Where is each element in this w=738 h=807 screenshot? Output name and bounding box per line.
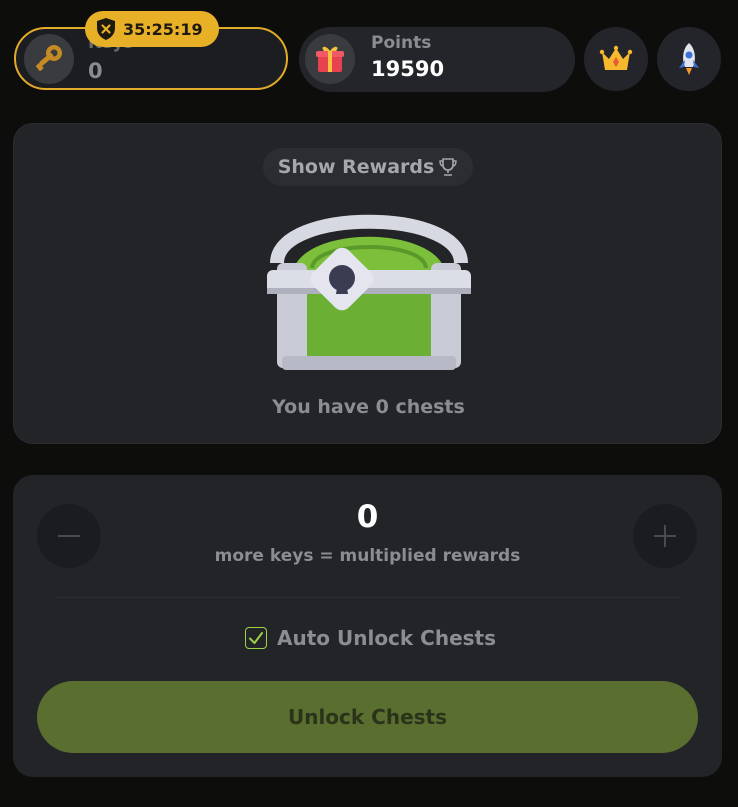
auto-unlock-label: Auto Unlock Chests [277, 626, 497, 650]
unlock-chests-button[interactable]: Unlock Chests [37, 681, 698, 753]
keys-value: 0 [88, 59, 103, 83]
unlock-controls-panel: 0 more keys = multiplied rewards Auto Un… [13, 475, 722, 777]
points-label: Points [371, 33, 432, 53]
plus-icon [654, 525, 676, 547]
boost-button[interactable] [657, 27, 721, 91]
rocket-icon [679, 43, 699, 75]
divider [55, 597, 680, 598]
show-rewards-button[interactable]: Show Rewards [263, 148, 473, 186]
auto-unlock-checkbox[interactable] [245, 627, 267, 649]
auto-unlock-toggle[interactable]: Auto Unlock Chests [245, 626, 496, 650]
points-card[interactable]: Points 19590 [299, 27, 575, 92]
shield-x-icon [97, 18, 115, 40]
key-icon [35, 45, 62, 71]
treasure-chest-image [267, 214, 471, 370]
crown-icon [599, 45, 633, 70]
multiplier-note: more keys = multiplied rewards [214, 546, 521, 566]
cooldown-timer-badge: 35:25:19 [85, 11, 219, 47]
selected-key-count: 0 [356, 499, 379, 535]
cooldown-timer: 35:25:19 [123, 19, 203, 39]
check-icon [249, 632, 263, 644]
show-rewards-label: Show Rewards [277, 156, 435, 178]
chest-count-text: You have 0 chests [272, 396, 465, 418]
points-value: 19590 [371, 57, 445, 81]
gift-avatar [305, 34, 355, 84]
key-avatar [24, 34, 74, 84]
trophy-icon [439, 158, 457, 176]
gift-icon [316, 46, 344, 72]
leaderboard-button[interactable] [584, 27, 648, 91]
chest-panel: Show Rewards You have 0 chests [13, 123, 722, 444]
increase-keys-button[interactable] [633, 504, 697, 568]
